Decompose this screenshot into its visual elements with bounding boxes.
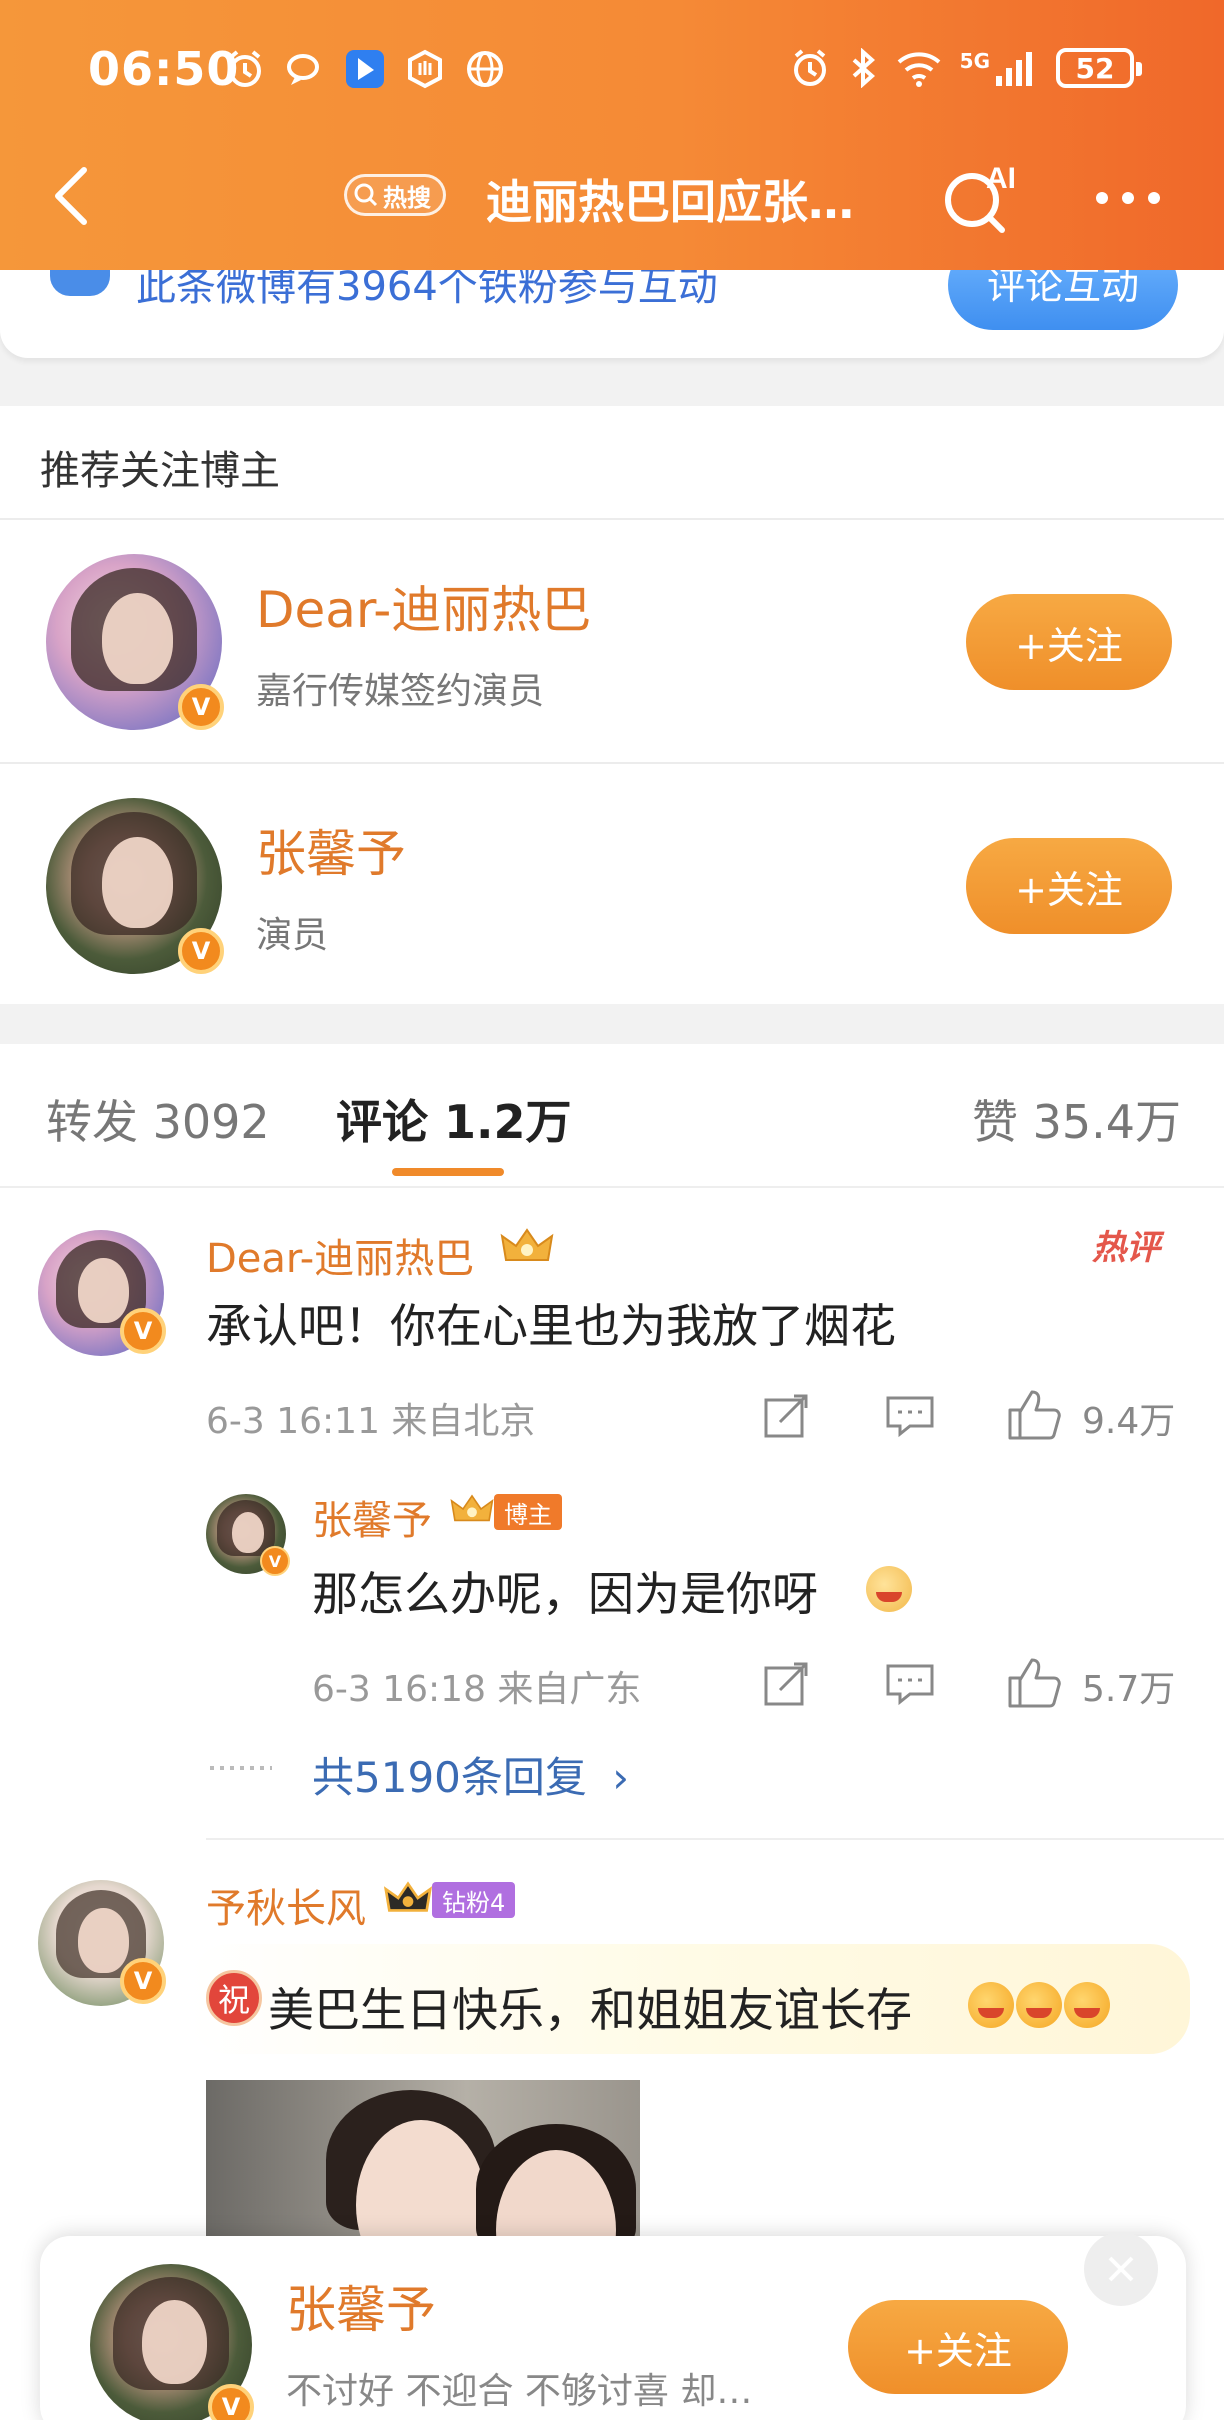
like-count: 9.4万 xyxy=(1082,1401,1176,1442)
signal-icon xyxy=(996,52,1032,86)
verified-icon: V xyxy=(208,2384,254,2420)
blogger-tag: 博主 xyxy=(494,1494,562,1530)
avatar[interactable]: V xyxy=(90,2264,254,2420)
chat-icon xyxy=(282,46,328,92)
comments-section: 转发 3092 评论 1.2万 赞 35.4万 V Dear-迪丽热巴 热评 承… xyxy=(0,1044,1224,2420)
like-icon[interactable] xyxy=(1004,1384,1064,1444)
status-icons-right: 5G 52 xyxy=(790,48,1142,88)
comment-icon[interactable] xyxy=(880,1386,940,1446)
tab-like[interactable]: 赞 35.4万 xyxy=(972,1086,1181,1152)
verified-icon: V xyxy=(178,684,224,730)
more-button[interactable] xyxy=(1096,180,1172,216)
app-icon xyxy=(342,46,388,92)
battery-level: 52 xyxy=(1075,51,1115,85)
close-icon xyxy=(1108,2256,1134,2282)
avatar[interactable]: V xyxy=(46,554,224,730)
bluetooth-icon xyxy=(852,48,875,88)
follow-suggestion-card[interactable]: V 张馨予 不讨好 不迎合 不够讨喜 却… +关注 xyxy=(40,2236,1186,2420)
reply-count-text: 共5190条回复 xyxy=(312,1753,587,1802)
interact-banner: 此条微博有3964个铁粉参与互动 评论互动 xyxy=(0,270,1224,358)
hot-comment-badge: 热评 xyxy=(1092,1228,1160,1268)
tab-bar: 转发 3092 评论 1.2万 赞 35.4万 xyxy=(0,1044,1224,1188)
reply-author[interactable]: 张馨予 xyxy=(312,1488,432,1546)
divider-dots xyxy=(210,1766,272,1770)
page-title: 迪丽热巴回应张… xyxy=(486,175,854,229)
suggestion-name[interactable]: 张馨予 xyxy=(286,2270,436,2342)
follow-button[interactable]: +关注 xyxy=(966,594,1172,690)
comment-interact-button[interactable]: 评论互动 xyxy=(948,270,1178,330)
verified-icon: V xyxy=(120,1958,166,2004)
chevron-right-icon: › xyxy=(612,1753,630,1802)
tab-underline xyxy=(392,1168,504,1176)
status-time: 06:50 xyxy=(88,42,240,96)
wish-icon: 祝 xyxy=(206,1970,262,2026)
ai-search-icon: AI xyxy=(945,162,1016,233)
kiss-emoji-icon xyxy=(968,1982,1014,2028)
avatar[interactable]: V xyxy=(38,1230,166,1356)
comment-meta: 6-3 16:11 来自北京 xyxy=(206,1401,536,1442)
comment-text: 承认吧！你在心里也为我放了烟花 xyxy=(206,1299,896,1353)
comment-author[interactable]: 予秋长风 xyxy=(206,1876,366,1934)
wifi-icon xyxy=(897,52,940,87)
reply-text: 那怎么办呢，因为是你呀 xyxy=(312,1567,818,1621)
divider xyxy=(206,1838,1224,1840)
hot-search-tag[interactable]: 热搜 xyxy=(344,174,446,216)
recommend-desc: 嘉行传媒签约演员 xyxy=(256,671,545,712)
tab-repost[interactable]: 转发 3092 xyxy=(46,1086,270,1152)
alarm-icon xyxy=(222,46,268,92)
repost-icon[interactable] xyxy=(756,1386,816,1446)
crown-icon xyxy=(450,1494,494,1522)
globe-icon xyxy=(462,46,508,92)
verified-icon: V xyxy=(178,928,224,974)
kiss-emoji-icon xyxy=(1016,1982,1062,2028)
hamster-emoji-icon xyxy=(866,1566,912,1612)
comment-icon[interactable] xyxy=(880,1654,940,1714)
like-icon[interactable] xyxy=(1004,1652,1064,1712)
fan-level-tag: 钻粉4 xyxy=(432,1882,516,1918)
header: 06:50 5G 52 热搜 迪丽热巴回应张… AI xyxy=(0,0,1224,270)
recommend-item[interactable]: V Dear-迪丽热巴 嘉行传媒签约演员 +关注 xyxy=(0,520,1224,762)
recommend-desc: 演员 xyxy=(256,915,329,956)
avatar[interactable]: V xyxy=(38,1880,166,2006)
hand-icon xyxy=(402,46,448,92)
back-button[interactable] xyxy=(40,160,110,230)
kiss-emoji-icon xyxy=(1064,1982,1110,2028)
status-bar: 06:50 5G 52 xyxy=(0,38,1224,108)
svg-text:AI: AI xyxy=(986,162,1016,195)
close-card-button[interactable] xyxy=(1084,2232,1158,2306)
chevron-left-icon xyxy=(55,167,87,225)
ai-search-button[interactable]: AI xyxy=(938,158,1028,238)
verified-icon: V xyxy=(120,1308,166,1354)
hot-search-label: 热搜 xyxy=(383,183,431,212)
avatar[interactable]: V xyxy=(46,798,224,974)
search-icon xyxy=(354,183,378,207)
nav-bar: 热搜 迪丽热巴回应张… AI xyxy=(0,140,1224,250)
follow-button[interactable]: +关注 xyxy=(966,838,1172,934)
fans-icon xyxy=(50,270,110,296)
comment-text: 美巴生日快乐，和姐姐友谊长存 xyxy=(268,1983,912,2037)
crown-icon xyxy=(500,1228,554,1261)
recommend-title: 推荐关注博主 xyxy=(40,448,280,494)
tab-comment[interactable]: 评论 1.2万 xyxy=(336,1086,572,1152)
recommend-name[interactable]: Dear-迪丽热巴 xyxy=(256,570,591,642)
status-icons-left xyxy=(222,46,508,92)
battery-icon: 52 xyxy=(1056,48,1142,88)
repost-icon[interactable] xyxy=(756,1654,816,1714)
recommend-section: 推荐关注博主 V Dear-迪丽热巴 嘉行传媒签约演员 +关注 V 张馨予 演员… xyxy=(0,406,1224,1004)
interact-text: 此条微博有3964个铁粉参与互动 xyxy=(136,270,718,310)
recommend-name[interactable]: 张馨予 xyxy=(256,814,406,886)
avatar[interactable]: V xyxy=(206,1494,290,1576)
comment-author[interactable]: Dear-迪丽热巴 xyxy=(206,1226,474,1284)
like-count: 5.7万 xyxy=(1082,1669,1176,1710)
network-label: 5G xyxy=(959,49,990,73)
suggestion-desc: 不讨好 不迎合 不够讨喜 却… xyxy=(286,2371,753,2412)
view-replies-link[interactable]: 共5190条回复 › xyxy=(312,1744,629,1805)
alarm-icon xyxy=(793,49,826,86)
reply-meta: 6-3 16:18 来自广东 xyxy=(312,1669,642,1710)
verified-icon: V xyxy=(260,1546,290,1576)
follow-button[interactable]: +关注 xyxy=(848,2300,1068,2394)
recommend-item[interactable]: V 张馨予 演员 +关注 xyxy=(0,764,1224,1006)
crown-icon xyxy=(384,1881,432,1912)
